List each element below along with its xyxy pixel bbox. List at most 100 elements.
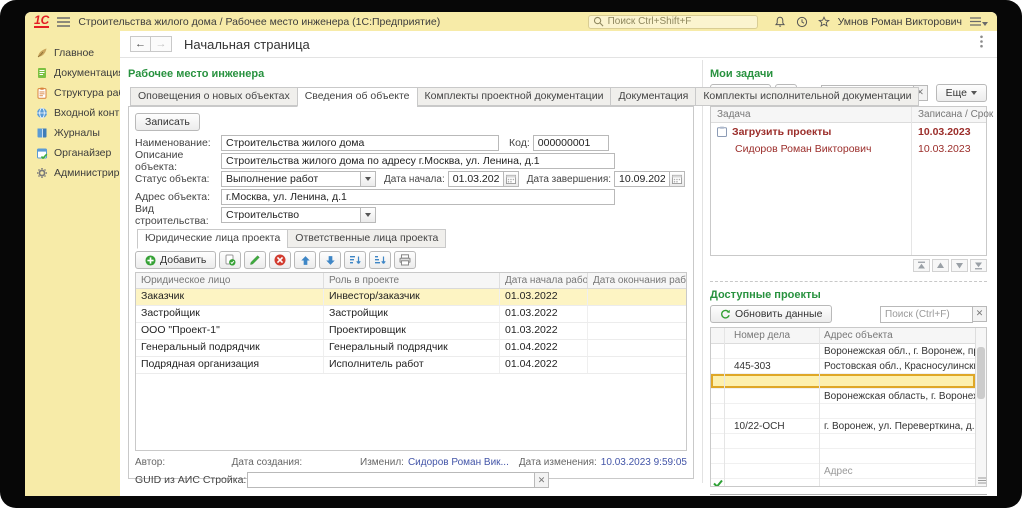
go-last-button[interactable] bbox=[970, 259, 987, 272]
start-date-calendar-button[interactable] bbox=[504, 171, 519, 187]
tab-object-info[interactable]: Сведения об объекте bbox=[297, 87, 417, 107]
name-field[interactable] bbox=[221, 135, 499, 151]
print-button[interactable] bbox=[394, 251, 416, 269]
guid-field[interactable] bbox=[247, 472, 535, 488]
sidebar-item-journals[interactable]: Журналы bbox=[25, 123, 120, 143]
construction-kind-field[interactable] bbox=[221, 207, 361, 223]
edit-row-button[interactable] bbox=[244, 251, 266, 269]
go-prev-button[interactable] bbox=[932, 259, 949, 272]
start-date-field[interactable] bbox=[448, 171, 504, 187]
end-date-field[interactable] bbox=[614, 171, 670, 187]
column-header[interactable]: Номер дела bbox=[724, 328, 819, 343]
project-row[interactable] bbox=[711, 449, 975, 464]
sort-descending-button[interactable] bbox=[369, 251, 391, 269]
project-row[interactable]: Воронежская область, г. Воронеж, ул. Кра… bbox=[711, 389, 975, 404]
main-menu-icon[interactable] bbox=[57, 17, 70, 27]
workplace-title: Рабочее место инженера bbox=[128, 68, 694, 80]
project-row[interactable]: Воронежская обл., г. Воронеж, пр. Патрио… bbox=[711, 344, 975, 359]
projects-scrollbar[interactable] bbox=[975, 328, 986, 486]
description-field[interactable] bbox=[221, 153, 615, 169]
tasks-pager bbox=[710, 259, 987, 272]
service-menu-icon[interactable] bbox=[970, 17, 988, 26]
history-clock-icon[interactable] bbox=[796, 16, 808, 28]
go-next-button[interactable] bbox=[951, 259, 968, 272]
construction-kind-dropdown-button[interactable] bbox=[361, 207, 376, 223]
table-row[interactable]: ООО "Проект-1"Проектировщик01.03.2022 bbox=[136, 323, 686, 340]
calendar-organizer-icon bbox=[36, 147, 48, 159]
construction-kind-label: Вид строительства: bbox=[135, 203, 221, 227]
table-row[interactable]: Генеральный подрядчикГенеральный подрядч… bbox=[136, 340, 686, 357]
scrollbar-grip-icon[interactable] bbox=[977, 476, 986, 485]
tasks-more-button[interactable]: Еще bbox=[936, 84, 987, 102]
add-row-button[interactable]: Добавить bbox=[135, 251, 216, 269]
task-row[interactable]: Сидоров Роман Викторович 10.03.2023 bbox=[711, 140, 986, 157]
column-header[interactable]: Роль в проекте bbox=[324, 273, 500, 288]
table-row[interactable]: Подрядная организацияИсполнитель работ01… bbox=[136, 357, 686, 374]
column-header[interactable]: Дата начала работ bbox=[500, 273, 588, 288]
sidebar-item-label: Документация bbox=[54, 67, 124, 79]
move-up-button[interactable] bbox=[294, 251, 316, 269]
scrollbar-thumb[interactable] bbox=[977, 347, 985, 399]
project-row-partial[interactable] bbox=[711, 479, 975, 487]
tab-new-object-notifications[interactable]: Оповещения о новых объектах bbox=[130, 87, 297, 106]
refresh-data-button[interactable]: Обновить данные bbox=[710, 305, 832, 323]
column-header[interactable]: Юридическое лицо bbox=[136, 273, 324, 288]
column-header[interactable]: Задача bbox=[711, 107, 912, 122]
clear-projects-search-button[interactable]: ✕ bbox=[973, 306, 987, 322]
projects-search-input[interactable] bbox=[880, 306, 973, 323]
modified-by-link[interactable]: Сидоров Роман Вик... bbox=[408, 457, 509, 468]
project-row[interactable]: 10/22-ОСНг. Воронеж, ул. Переверткина, д… bbox=[711, 419, 975, 434]
guid-row: GUID из АИС Стройка: ✕ bbox=[135, 472, 687, 488]
back-button[interactable]: ← bbox=[130, 36, 151, 52]
end-date-calendar-button[interactable] bbox=[670, 171, 685, 187]
task-row[interactable]: Загрузить проекты 10.03.2023 bbox=[711, 123, 986, 140]
clear-guid-button[interactable]: ✕ bbox=[535, 472, 549, 488]
code-field[interactable] bbox=[533, 135, 609, 151]
tasks-header-row: Задача Записана / Срок bbox=[711, 107, 986, 123]
sidebar-item-label: Органайзер bbox=[54, 147, 111, 159]
global-search-input[interactable] bbox=[608, 16, 753, 27]
column-header[interactable]: Записана / Срок bbox=[912, 107, 986, 122]
sidebar-item-organizer[interactable]: Органайзер bbox=[25, 143, 120, 163]
tab-executive-doc-sets[interactable]: Комплекты исполнительной документации bbox=[695, 87, 919, 106]
created-label: Дата создания: bbox=[232, 457, 303, 468]
move-down-button[interactable] bbox=[319, 251, 341, 269]
sidebar-item-work-structure[interactable]: Структура работ bbox=[25, 83, 120, 103]
go-first-button[interactable] bbox=[913, 259, 930, 272]
table-row[interactable]: ЗастройщикЗастройщик01.03.2022 bbox=[136, 306, 686, 323]
table-row[interactable]: ЗаказчикИнвестор/заказчик01.03.2022 bbox=[136, 289, 686, 306]
sidebar-item-main[interactable]: Главное bbox=[25, 43, 120, 63]
global-search[interactable] bbox=[588, 15, 758, 29]
sidebar-item-administration[interactable]: Администрирование bbox=[25, 163, 120, 183]
status-field[interactable] bbox=[221, 171, 361, 187]
tab-documentation[interactable]: Документация bbox=[610, 87, 695, 106]
project-row[interactable]: 445-303Ростовская обл., Красносулинский … bbox=[711, 359, 975, 374]
notifications-bell-icon[interactable] bbox=[774, 16, 786, 28]
subtab-responsible-persons[interactable]: Ответственные лица проекта bbox=[287, 229, 446, 248]
panel-divider bbox=[710, 281, 987, 282]
clipboard-icon bbox=[36, 87, 48, 99]
column-header[interactable]: Дата окончания работ bbox=[588, 273, 686, 288]
status-dropdown-button[interactable] bbox=[361, 171, 376, 187]
sidebar-item-documentation[interactable]: Документация bbox=[25, 63, 120, 83]
sort-ascending-button[interactable] bbox=[344, 251, 366, 269]
save-button[interactable]: Записать bbox=[135, 113, 200, 131]
favorites-star-icon[interactable] bbox=[818, 16, 830, 28]
forward-button[interactable]: → bbox=[151, 36, 172, 52]
user-name[interactable]: Умнов Роман Викторович bbox=[838, 16, 962, 28]
kebab-menu-icon[interactable] bbox=[976, 35, 987, 53]
delete-row-button[interactable] bbox=[269, 251, 291, 269]
column-header[interactable]: Адрес объекта bbox=[819, 328, 975, 343]
project-row[interactable]: Адрес bbox=[711, 464, 975, 479]
panel-splitter[interactable] bbox=[702, 60, 703, 483]
bottom-splitter[interactable] bbox=[710, 494, 987, 495]
tab-project-doc-sets[interactable]: Комплекты проектной документации bbox=[417, 87, 611, 106]
copy-row-button[interactable] bbox=[219, 251, 241, 269]
address-field[interactable] bbox=[221, 189, 615, 205]
project-row[interactable] bbox=[711, 404, 975, 419]
project-row[interactable] bbox=[711, 434, 975, 449]
project-row-selected[interactable] bbox=[711, 374, 975, 389]
sidebar-item-input-control[interactable]: Входной контроль bbox=[25, 103, 120, 123]
home-icon bbox=[36, 47, 48, 59]
subtab-legal-entities[interactable]: Юридические лица проекта bbox=[137, 229, 287, 249]
